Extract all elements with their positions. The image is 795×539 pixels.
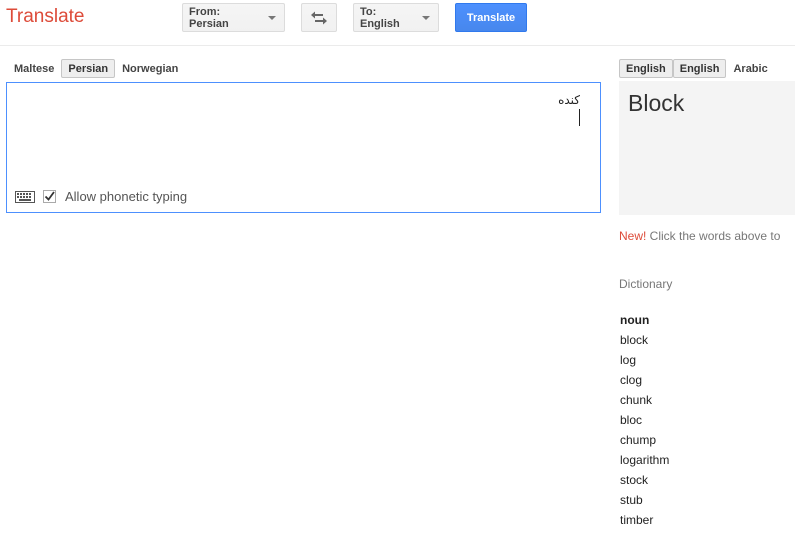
chevron-down-icon <box>422 15 430 20</box>
source-language-label: From: Persian <box>189 5 229 30</box>
source-tab-norwegian[interactable]: Norwegian <box>115 59 185 78</box>
translation-result[interactable]: Block <box>628 90 684 117</box>
target-tab-english[interactable]: English <box>619 59 673 78</box>
dictionary-entry[interactable]: bloc <box>620 413 669 433</box>
dictionary-pos: noun <box>620 313 650 327</box>
new-badge: New! <box>619 229 647 243</box>
dictionary-entry[interactable]: clog <box>620 373 669 393</box>
new-feature-text: Click the words above to <box>646 229 781 243</box>
source-tab-maltese[interactable]: Maltese <box>7 59 61 78</box>
target-language-tabs: English English Arabic <box>619 59 775 78</box>
source-language-tabs: Maltese Persian Norwegian <box>7 59 185 78</box>
translate-button[interactable]: Translate <box>455 3 527 32</box>
target-tab-arabic[interactable]: Arabic <box>726 59 774 78</box>
dictionary-list: noun block log clog chunk bloc chump log… <box>620 313 669 533</box>
swap-languages-button[interactable] <box>301 3 337 32</box>
dictionary-entry[interactable]: timber <box>620 513 669 533</box>
source-text-input[interactable]: کنده Allow phonetic typing <box>6 82 601 213</box>
translate-app: Translate From: Persian To: English Tran… <box>0 0 795 539</box>
dictionary-entry[interactable]: chump <box>620 433 669 453</box>
dictionary-entry[interactable]: stub <box>620 493 669 513</box>
source-language-dropdown[interactable]: From: Persian <box>182 3 285 32</box>
dictionary-title: Dictionary <box>619 277 673 291</box>
chevron-down-icon <box>268 15 276 20</box>
app-logo[interactable]: Translate <box>6 6 85 28</box>
keyboard-icon[interactable] <box>15 190 35 203</box>
source-text: کنده <box>558 93 580 107</box>
target-language-dropdown[interactable]: To: English <box>353 3 439 32</box>
target-tab-english-2[interactable]: English <box>672 59 727 78</box>
new-feature-note: New! Click the words above to <box>619 229 780 243</box>
phonetic-checkbox-icon[interactable] <box>43 190 56 203</box>
dictionary-entry[interactable]: block <box>620 333 669 353</box>
header-divider <box>0 45 795 46</box>
text-cursor <box>579 109 580 126</box>
dictionary-entry[interactable]: chunk <box>620 393 669 413</box>
target-language-label: To: English <box>360 5 400 30</box>
input-tools: Allow phonetic typing <box>15 189 187 204</box>
dictionary-entry[interactable]: logarithm <box>620 453 669 473</box>
dictionary-entry[interactable]: stock <box>620 473 669 493</box>
phonetic-typing-label[interactable]: Allow phonetic typing <box>65 189 187 204</box>
translation-result-box: Block <box>619 81 795 215</box>
dictionary-entry[interactable]: log <box>620 353 669 373</box>
source-tab-persian[interactable]: Persian <box>61 59 116 78</box>
swap-arrows-icon <box>311 11 327 24</box>
